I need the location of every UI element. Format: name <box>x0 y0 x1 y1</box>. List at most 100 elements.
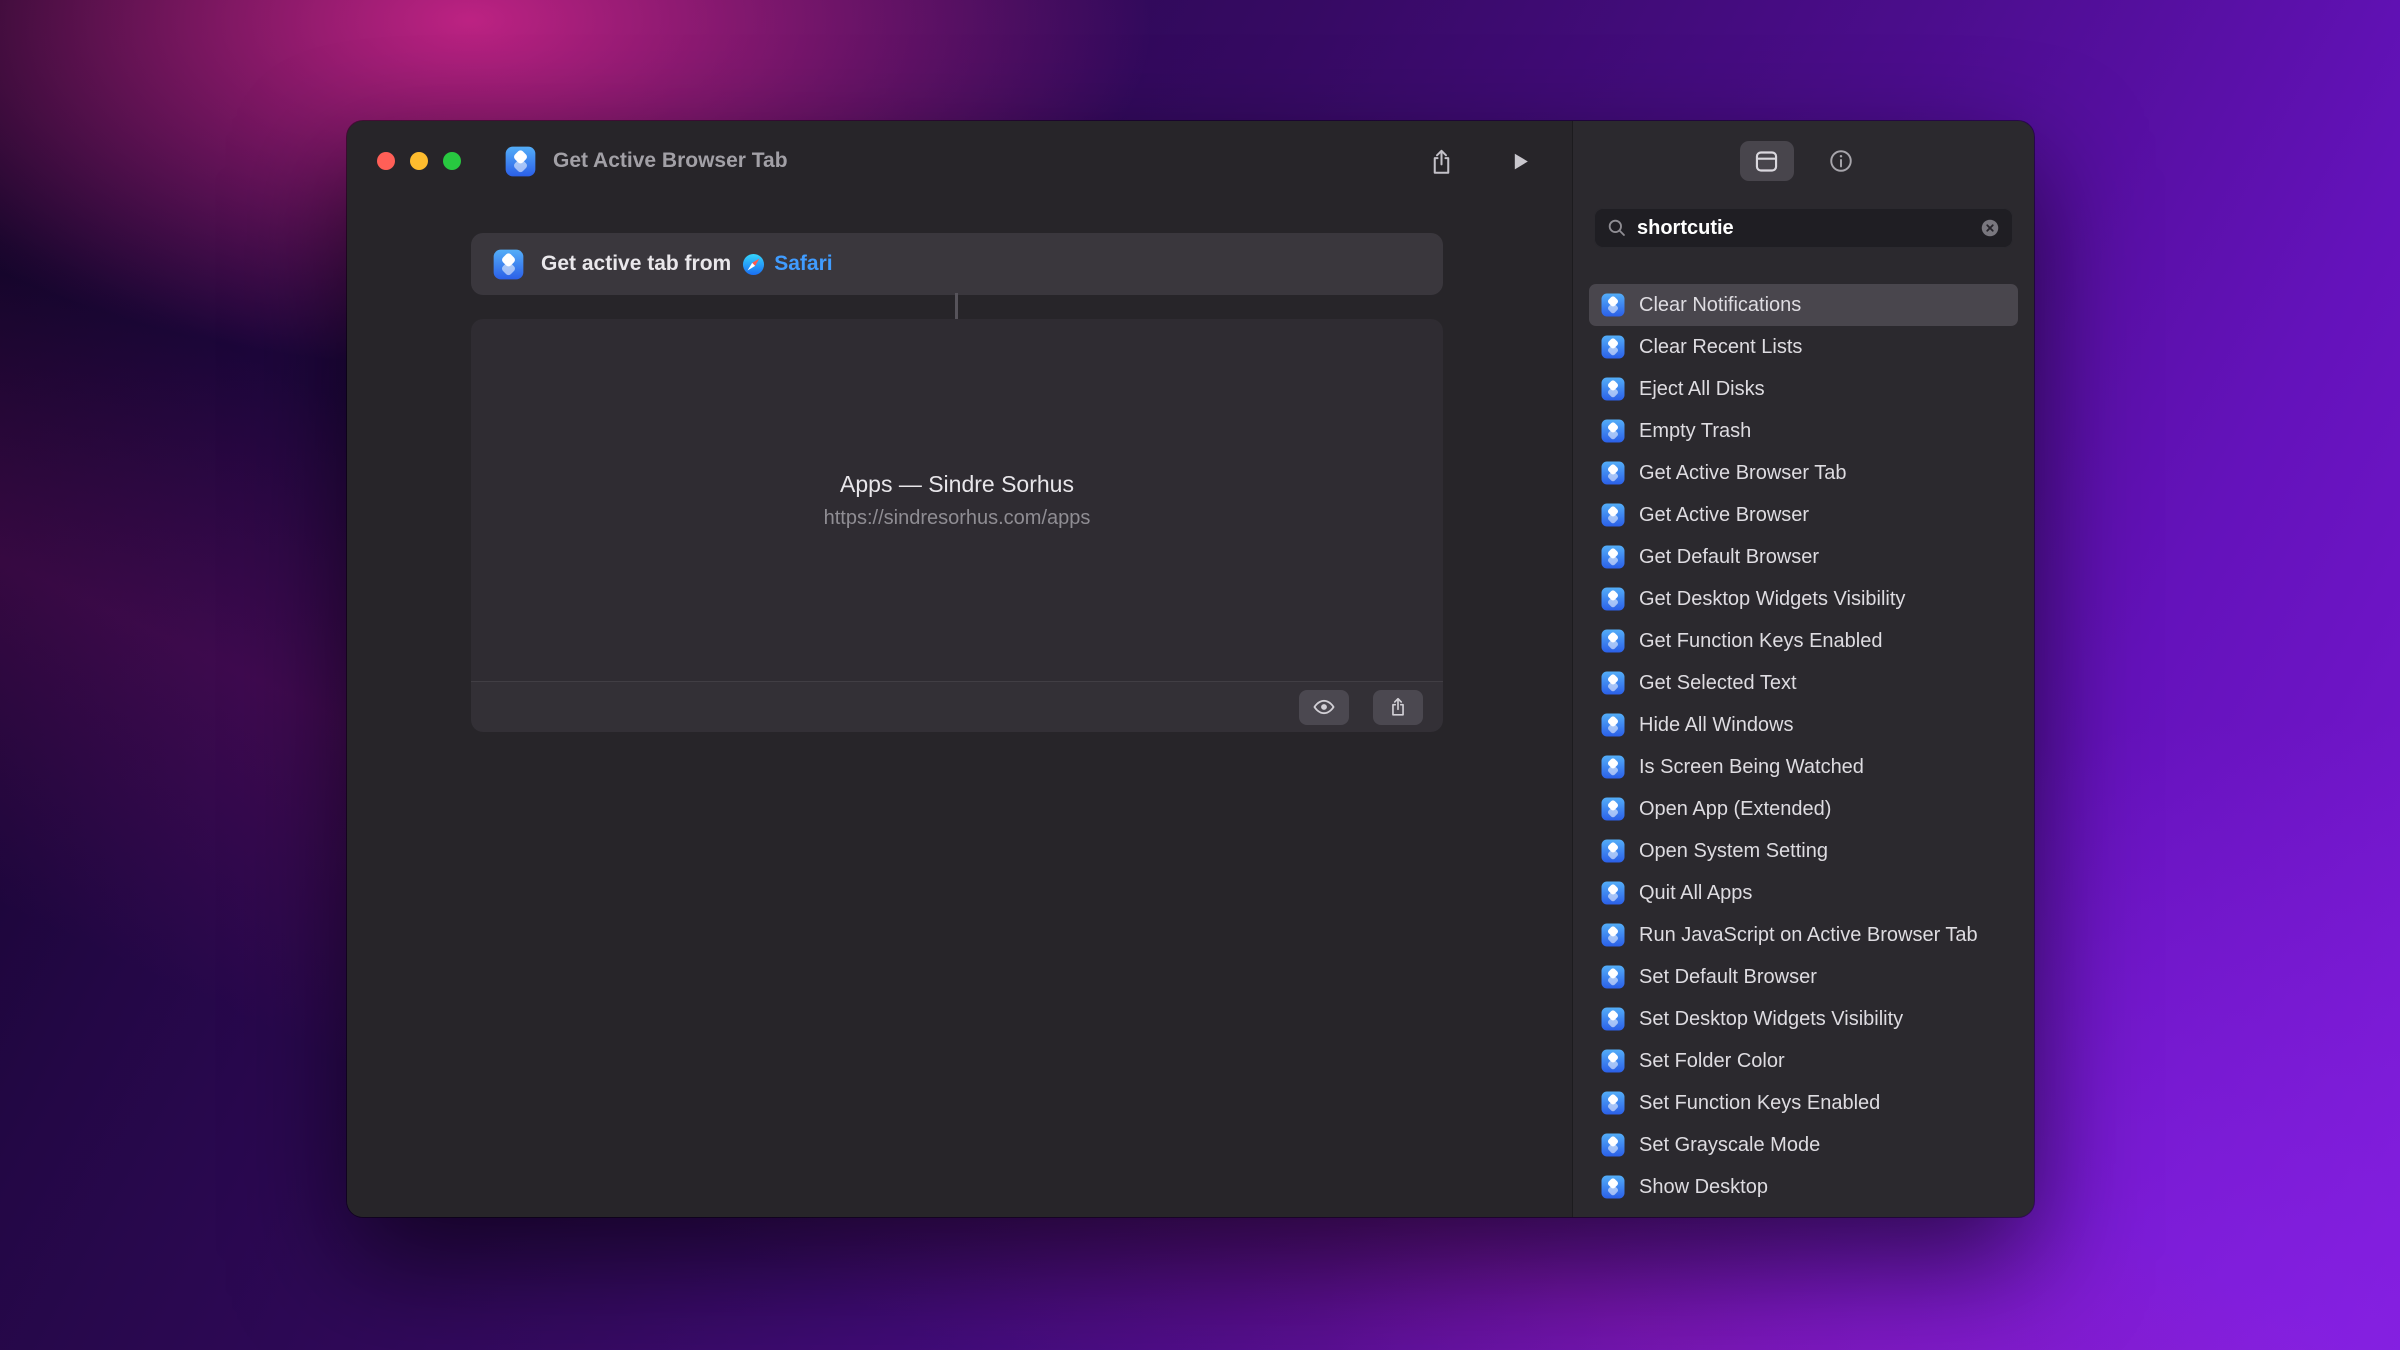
action-library-icon <box>1753 148 1780 175</box>
editor-pane: Get Active Browser Tab Get active tab fr… <box>347 121 1572 1217</box>
shortcuts-action-icon <box>1601 755 1625 779</box>
action-label: Set Default Browser <box>1639 965 1817 988</box>
action-list-item[interactable]: Quit All Apps <box>1589 872 2018 914</box>
action-list-item[interactable]: Set Folder Color <box>1589 1040 2018 1082</box>
close-button[interactable] <box>377 152 395 170</box>
shortcuts-action-icon <box>1601 377 1625 401</box>
action-label: Get Active Browser Tab <box>1639 461 1847 484</box>
shortcuts-action-icon <box>1601 503 1625 527</box>
action-label: Eject All Disks <box>1639 377 1765 400</box>
action-card-text: Get active tab from <box>541 252 732 275</box>
action-list-item[interactable]: Is Screen Being Watched <box>1589 746 2018 788</box>
action-card-get-active-tab[interactable]: Get active tab from Safari <box>471 233 1443 295</box>
action-list-item[interactable]: Get Active Browser Tab <box>1589 452 2018 494</box>
tab-info[interactable] <box>1814 141 1868 181</box>
action-list-item[interactable]: Get Desktop Widgets Visibility <box>1589 578 2018 620</box>
shortcuts-action-icon <box>1601 839 1625 863</box>
share-icon <box>1387 696 1409 718</box>
zoom-button[interactable] <box>443 152 461 170</box>
toolbar-actions <box>1428 148 1542 175</box>
window-title: Get Active Browser Tab <box>553 149 788 172</box>
shortcuts-action-icon <box>1601 671 1625 695</box>
action-label: Run JavaScript on Active Browser Tab <box>1639 923 1978 946</box>
shortcuts-action-icon <box>1601 965 1625 989</box>
action-label: Get Active Browser <box>1639 503 1810 526</box>
action-list-item[interactable]: Set Desktop Widgets Visibility <box>1589 998 2018 1040</box>
info-icon <box>1828 148 1854 174</box>
action-label: Set Desktop Widgets Visibility <box>1639 1007 1904 1030</box>
shortcuts-action-icon <box>1601 797 1625 821</box>
shortcuts-action-icon <box>1601 1049 1625 1073</box>
shortcuts-action-icon <box>1601 335 1625 359</box>
search-icon <box>1606 217 1628 239</box>
action-list-item[interactable]: Get Function Keys Enabled <box>1589 620 2018 662</box>
action-list-item[interactable]: Clear Recent Lists <box>1589 326 2018 368</box>
shortcuts-action-icon <box>1601 923 1625 947</box>
action-list-item[interactable]: Show Desktop <box>1589 1166 2018 1208</box>
action-list-item[interactable]: Set Grayscale Mode <box>1589 1124 2018 1166</box>
sidebar-tabs <box>1573 141 2034 181</box>
search-input[interactable] <box>1637 216 1970 240</box>
action-list-item[interactable]: Set Default Browser <box>1589 956 2018 998</box>
share-button[interactable] <box>1428 148 1455 175</box>
action-list-item[interactable]: Run JavaScript on Active Browser Tab <box>1589 914 2018 956</box>
action-list-item[interactable]: Open App (Extended) <box>1589 788 2018 830</box>
result-url: https://sindresorhus.com/apps <box>823 506 1091 529</box>
action-library-sidebar: Clear Notifications Clear Recent Lists Eje… <box>1572 121 2034 1217</box>
action-label: Open App (Extended) <box>1639 797 1832 820</box>
share-result-button[interactable] <box>1373 689 1423 725</box>
shortcuts-action-icon <box>1601 1133 1625 1157</box>
action-label: Show Desktop <box>1639 1175 1768 1198</box>
shortcuts-action-icon <box>1601 1175 1625 1199</box>
action-list-item[interactable]: Open System Setting <box>1589 830 2018 872</box>
run-button[interactable] <box>1507 149 1532 174</box>
app-parameter-token[interactable]: Safari <box>742 252 833 276</box>
shortcuts-action-icon <box>1601 629 1625 653</box>
flow-connector <box>955 293 958 321</box>
result-title: Apps — Sindre Sorhus <box>840 470 1074 497</box>
result-body: Apps — Sindre Sorhus https://sindresorhu… <box>471 319 1443 681</box>
action-label: Is Screen Being Watched <box>1639 755 1864 778</box>
action-label: Set Grayscale Mode <box>1639 1133 1821 1156</box>
search-field[interactable] <box>1594 208 2013 248</box>
shortcuts-action-icon <box>1601 881 1625 905</box>
shortcuts-action-icon <box>1601 419 1625 443</box>
minimize-button[interactable] <box>410 152 428 170</box>
action-list: Clear Notifications Clear Recent Lists Eje… <box>1589 284 2018 1217</box>
preview-toggle-button[interactable] <box>1299 689 1349 725</box>
action-label: Set Folder Color <box>1639 1049 1785 1072</box>
action-list-item[interactable]: Eject All Disks <box>1589 368 2018 410</box>
result-footer <box>471 681 1443 732</box>
action-label: Open System Setting <box>1639 839 1828 862</box>
shortcuts-editor-window: Get Active Browser Tab Get active tab fr… <box>347 121 2034 1217</box>
traffic-lights <box>377 152 461 170</box>
app-parameter-label: Safari <box>774 252 833 275</box>
action-label: Clear Recent Lists <box>1639 335 1803 358</box>
action-list-item[interactable]: Get Default Browser <box>1589 536 2018 578</box>
action-label: Get Default Browser <box>1639 545 1820 568</box>
action-label: Quit All Apps <box>1639 881 1753 904</box>
action-label: Clear Notifications <box>1639 293 1802 316</box>
shortcuts-action-icon <box>1601 713 1625 737</box>
shortcuts-action-icon <box>1601 587 1625 611</box>
titlebar: Get Active Browser Tab <box>347 121 1572 201</box>
action-list-item[interactable]: Clear Notifications <box>1589 284 2018 326</box>
action-label: Empty Trash <box>1639 419 1752 442</box>
action-list-item[interactable]: Get Selected Text <box>1589 662 2018 704</box>
action-label: Get Function Keys Enabled <box>1639 629 1883 652</box>
action-list-item[interactable]: Set Function Keys Enabled <box>1589 1082 2018 1124</box>
shortcuts-action-icon <box>1601 1091 1625 1115</box>
shortcuts-action-icon <box>1601 293 1625 317</box>
shortcuts-app-icon <box>505 146 536 177</box>
shortcuts-action-icon <box>1601 1007 1625 1031</box>
eye-icon <box>1312 695 1336 719</box>
action-list-item[interactable]: Hide All Windows <box>1589 704 2018 746</box>
action-label: Set Function Keys Enabled <box>1639 1091 1881 1114</box>
tab-action-library[interactable] <box>1739 141 1794 181</box>
action-list-item[interactable]: Empty Trash <box>1589 410 2018 452</box>
shortcuts-action-icon <box>1601 461 1625 485</box>
action-label: Get Selected Text <box>1639 671 1797 694</box>
shortcuts-action-icon <box>493 249 524 280</box>
action-list-item[interactable]: Get Active Browser <box>1589 494 2018 536</box>
clear-search-button[interactable] <box>1979 217 2001 239</box>
